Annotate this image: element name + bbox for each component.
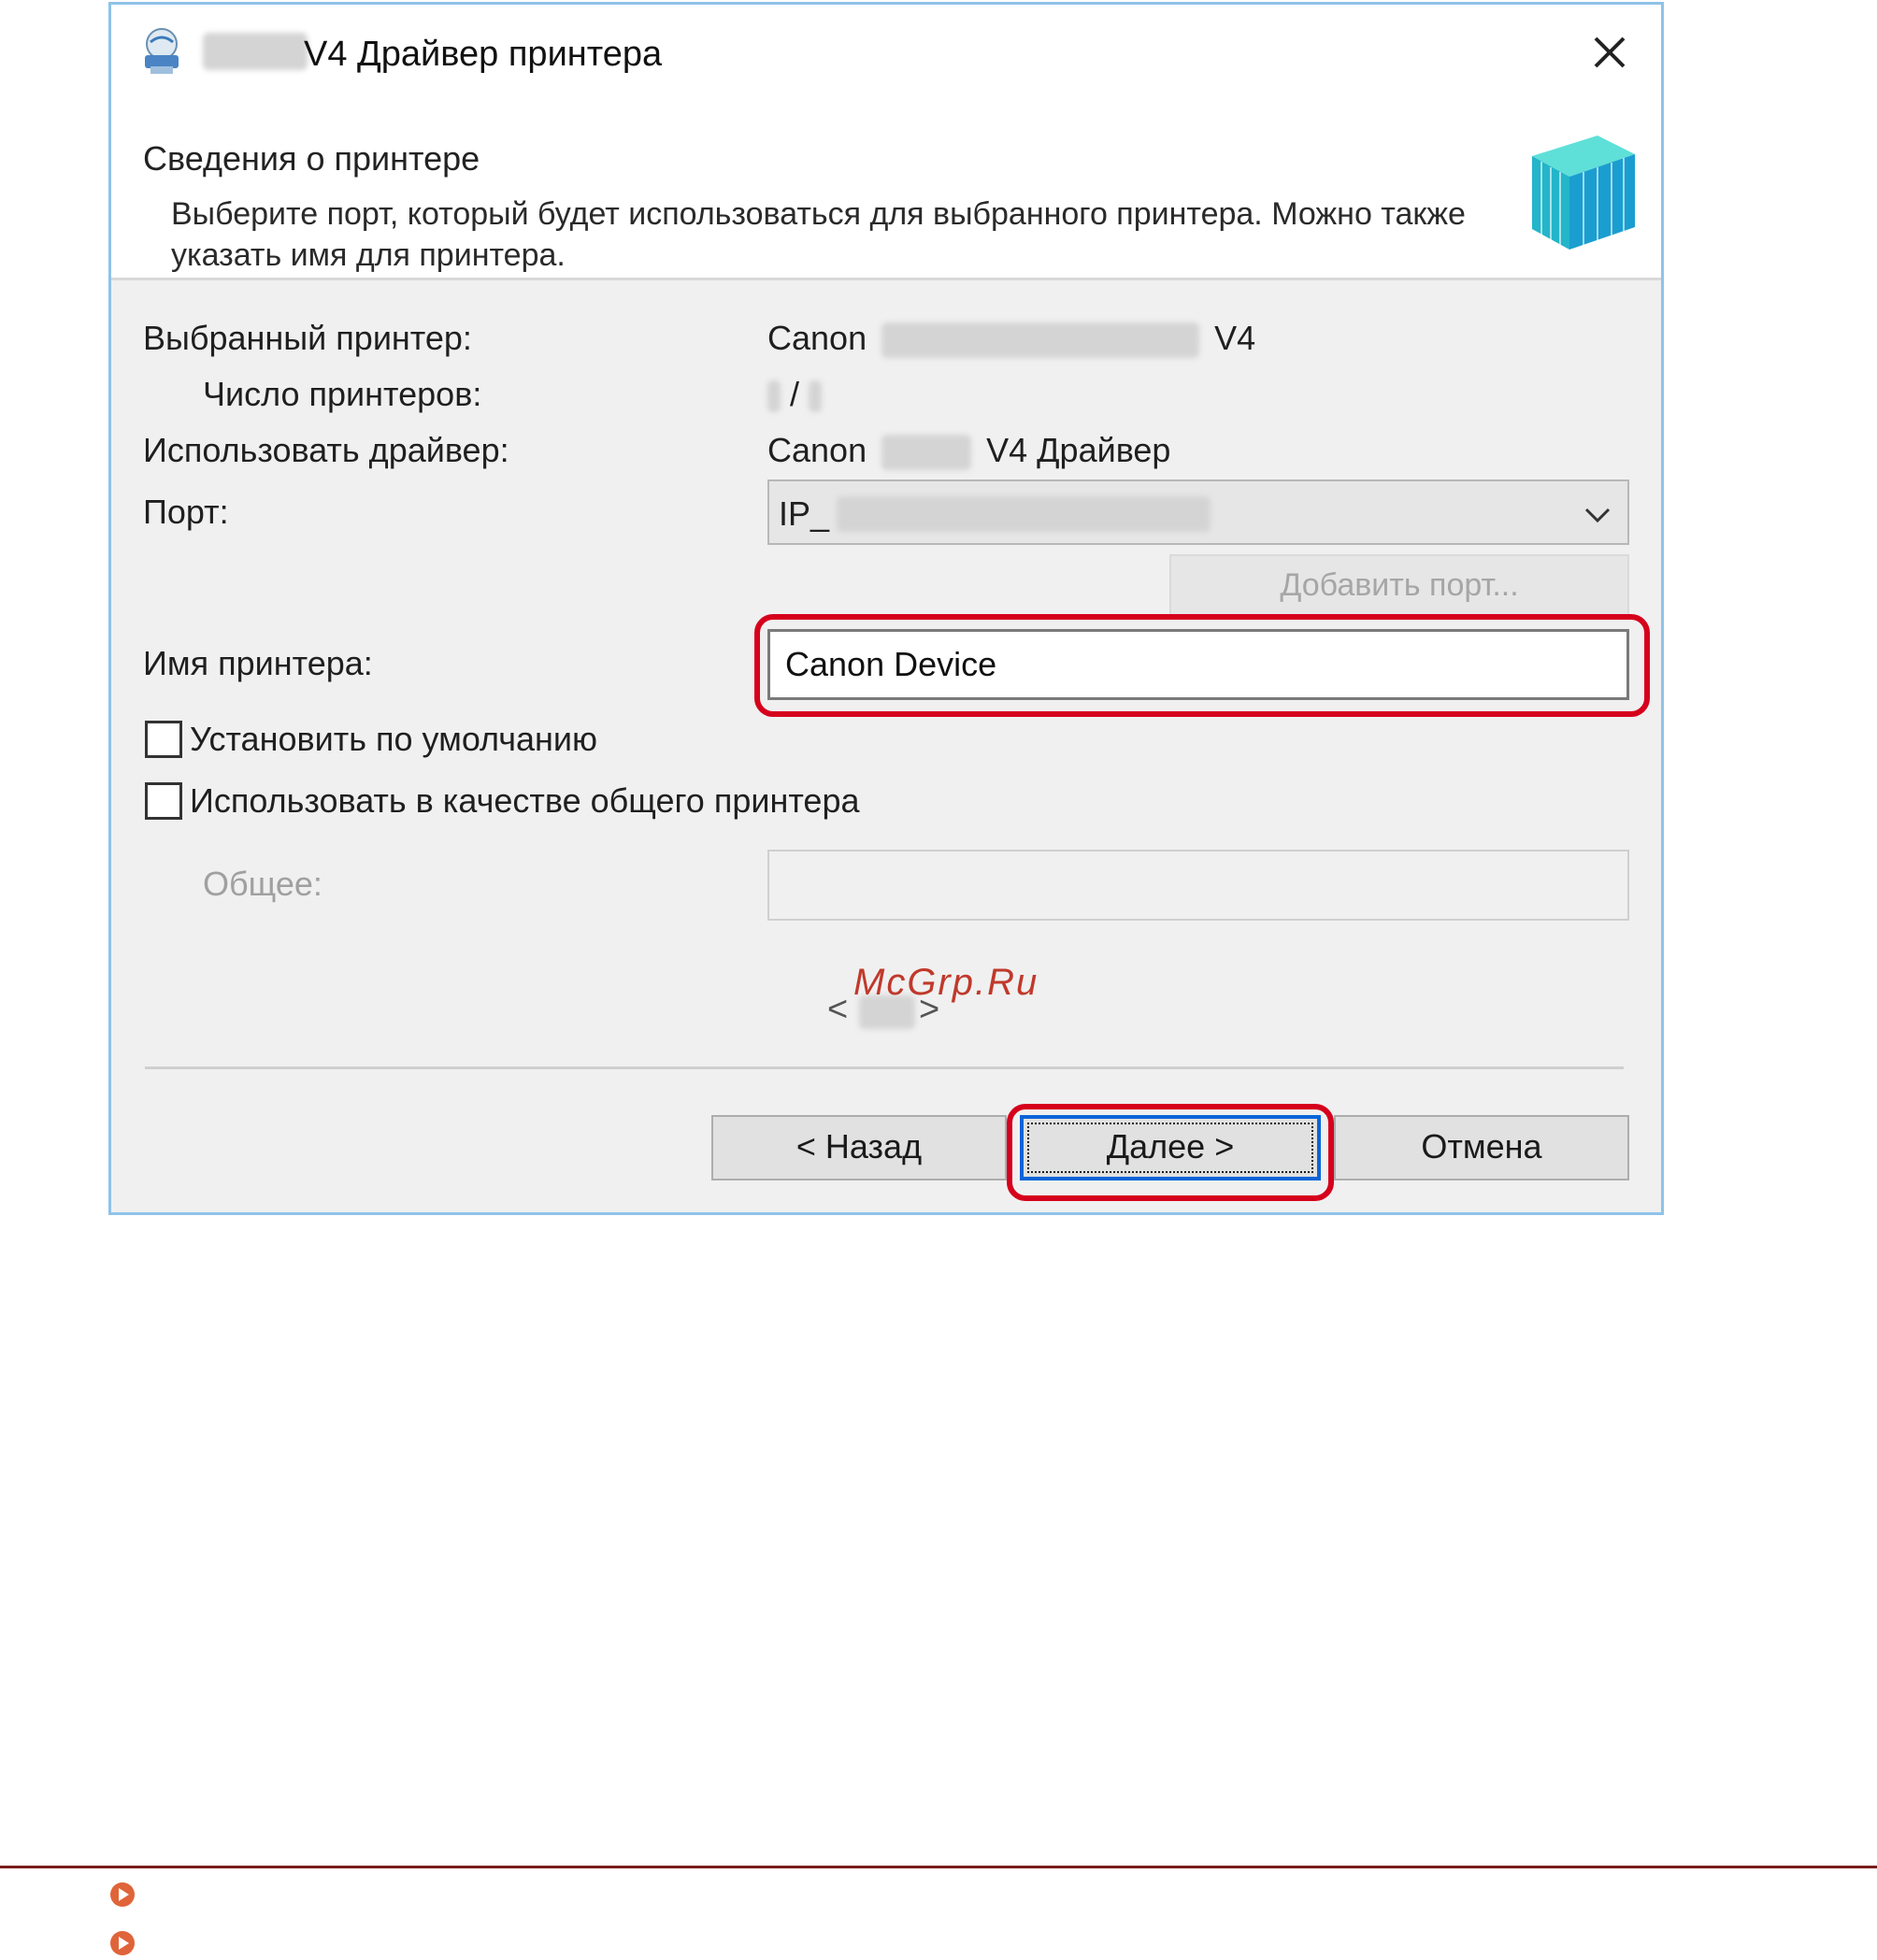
next-button[interactable]: Далее >: [1020, 1115, 1321, 1180]
shared-name-label: Общее:: [203, 865, 322, 903]
pager-prev-button[interactable]: <: [827, 990, 848, 1030]
port-select-value: IP_: [779, 494, 830, 533]
back-button[interactable]: < Назад: [711, 1115, 1007, 1180]
redacted-port-address: [837, 496, 1211, 532]
port-label: Порт:: [143, 493, 229, 531]
chevron-down-icon: [1584, 508, 1611, 523]
printer-driver-dialog: V4 Драйвер принтера Сведения о принтере …: [108, 2, 1664, 1215]
page-title: Сведения о принтере: [143, 139, 480, 178]
redacted-count: [809, 380, 823, 413]
selected-printer-prefix: Canon: [767, 319, 867, 357]
close-icon[interactable]: [1581, 23, 1639, 81]
window-title: V4 Драйвер принтера: [304, 35, 663, 74]
footer-divider: [145, 1066, 1624, 1069]
printer-name-input[interactable]: Canon Device: [767, 629, 1629, 700]
set-default-checkbox[interactable]: [145, 721, 182, 758]
shared-name-input[interactable]: [767, 850, 1629, 921]
share-printer-checkbox-row[interactable]: Использовать в качестве общего принтера: [145, 779, 859, 823]
selected-printer-value: Canon V4: [767, 319, 1256, 359]
watermark: McGrp.Ru: [853, 962, 1039, 1003]
play-bullet-icon: [110, 1931, 135, 1955]
port-select[interactable]: IP_: [767, 479, 1629, 545]
driver-value: Canon V4 Драйвер: [767, 431, 1171, 471]
redacted-count: [767, 380, 781, 413]
printer-cube-icon: [1532, 136, 1635, 250]
driver-label: Использовать драйвер:: [143, 431, 509, 469]
play-bullet-icon: [110, 1882, 135, 1907]
page-footer-rule: [0, 1866, 1877, 1868]
add-port-button[interactable]: Добавить порт...: [1169, 554, 1629, 616]
selected-printer-suffix: V4: [1214, 319, 1256, 357]
title-bar: V4 Драйвер принтера: [111, 5, 1661, 104]
printer-name-label: Имя принтера:: [143, 644, 373, 682]
share-printer-checkbox[interactable]: [145, 782, 182, 820]
redacted-model-name: [881, 322, 1200, 359]
set-default-checkbox-row[interactable]: Установить по умолчанию: [145, 717, 597, 762]
page-description: Выберите порт, который будет использоват…: [171, 196, 1466, 273]
share-printer-label: Использовать в качестве общего принтера: [190, 781, 860, 820]
driver-prefix: Canon: [767, 431, 867, 469]
selected-printer-label: Выбранный принтер:: [143, 319, 472, 357]
redacted-model-name: [881, 435, 972, 471]
printer-count-label: Число принтеров:: [203, 375, 482, 413]
set-default-label: Установить по умолчанию: [190, 720, 598, 758]
driver-suffix: V4 Драйвер: [986, 431, 1171, 469]
redacted-model-name: [203, 33, 308, 70]
printer-count-separator: /: [790, 375, 800, 413]
printer-count-value: /: [767, 375, 823, 414]
cancel-button[interactable]: Отмена: [1334, 1115, 1629, 1180]
wizard-header: Сведения о принтере Выберите порт, котор…: [111, 104, 1661, 280]
printer-globe-icon: [145, 28, 179, 74]
